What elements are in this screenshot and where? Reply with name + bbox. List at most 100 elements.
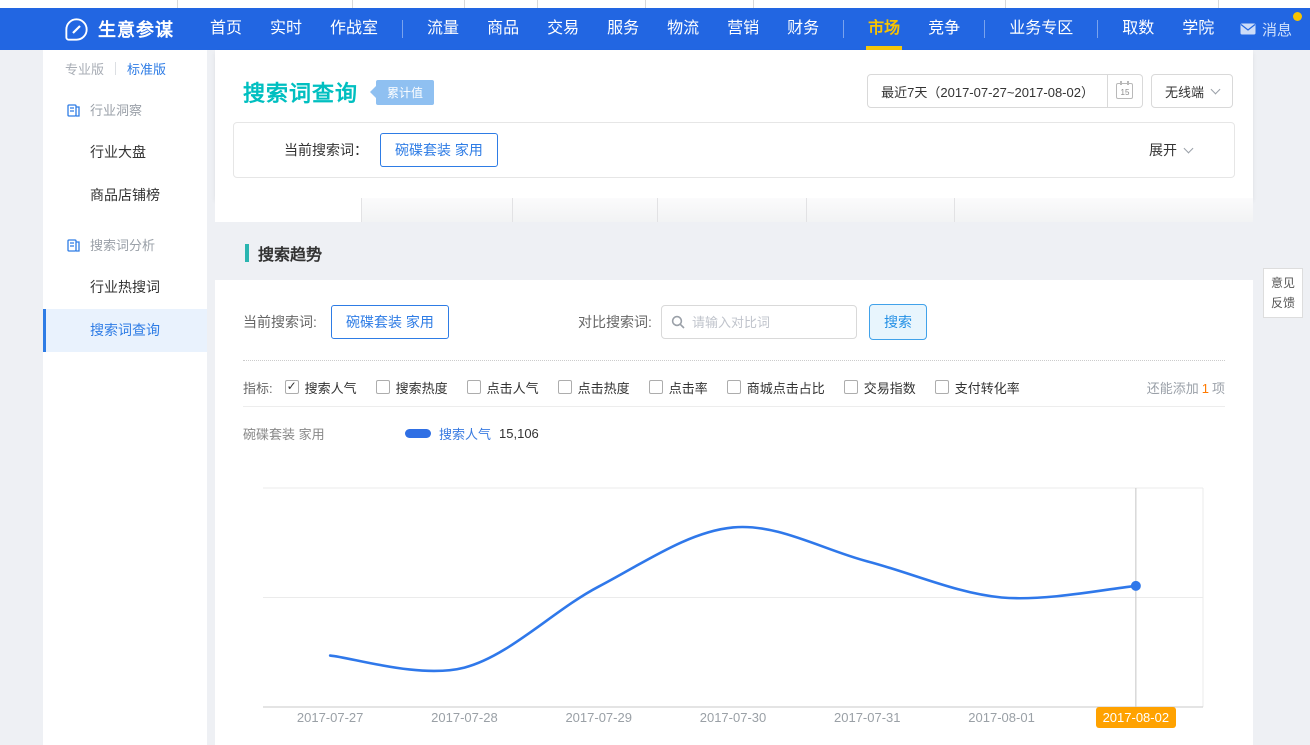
x-tick: 2017-07-30 [666,710,800,725]
legend-term: 碗碟套装 家用 [243,424,405,443]
compare-term-label: 对比搜索词: [578,312,652,332]
checkbox[interactable] [935,380,949,394]
compare-input-wrap [661,305,857,339]
calendar-button[interactable]: 15 [1108,74,1143,108]
section-head-search-trend: 搜索趋势 [245,241,322,265]
sidebar-item-search-word-query-active[interactable]: 搜索词查询 [43,309,207,352]
feedback-button[interactable]: 意见 反馈 [1263,268,1303,318]
sidebar: 专业版 标准版 行业洞察 行业大盘 商品店铺榜 搜索词分析 行业热搜词 搜索词查… [43,50,207,745]
metric-search-heat[interactable]: 搜索热度 [376,378,448,397]
tab-cell[interactable] [361,198,512,222]
brand-name: 生意参谋 [98,16,174,42]
trend-current-term-chip[interactable]: 碗碟套装 家用 [331,305,449,339]
metric-mall-click-share[interactable]: 商城点击占比 [727,378,825,397]
nav-item-goods[interactable]: 商品 [473,8,533,50]
page-title: 搜索词查询 [243,76,358,108]
envelope-icon [1240,23,1256,35]
section-accent-bar [245,244,249,262]
add-more-hint: 还能添加1项 [1147,378,1225,397]
sidebar-group-search-analysis: 搜索词分析 [43,223,207,266]
version-divider [115,62,116,75]
chart-legend: 碗碟套装 家用 搜索人气 15,106 [243,420,539,446]
legend-metric: 搜索人气 [439,424,491,443]
tab-cell-active[interactable] [215,198,361,222]
compare-term-input[interactable] [692,315,847,330]
nav-item-realtime[interactable]: 实时 [256,8,316,50]
sidebar-group-industry-insight: 行业洞察 [43,88,207,131]
nav-item-academy[interactable]: 学院 [1168,8,1228,50]
nav-item-market-active[interactable]: 市场 [854,8,914,50]
x-tick: 2017-07-31 [800,710,934,725]
version-standard[interactable]: 标准版 [127,59,166,78]
calendar-icon: 15 [1116,83,1133,99]
date-range-button[interactable]: 最近7天（2017-07-27~2017-08-02） [867,74,1108,108]
metrics-row: 指标: 搜索人气 搜索热度 点击人气 点击热度 点击率 商城点击占比 交易指数 [243,372,1225,402]
metric-click-popularity[interactable]: 点击人气 [467,378,539,397]
terminal-dropdown[interactable]: 无线端 [1151,74,1233,108]
version-pro[interactable]: 专业版 [65,59,104,78]
nav-item-service[interactable]: 服务 [593,8,653,50]
tab-cell[interactable] [657,198,806,222]
checkbox[interactable] [727,380,741,394]
tab-cell[interactable] [512,198,657,222]
sidebar-item-industry-hot-words[interactable]: 行业热搜词 [43,266,207,309]
version-toggle: 专业版 标准版 [43,50,207,82]
nav-item-traffic[interactable]: 流量 [413,8,473,50]
tab-cell[interactable] [954,198,1253,222]
ledger-icon [67,103,81,117]
trend-current-term-label: 当前搜索词: [243,312,317,332]
legend-line-swatch [405,429,431,438]
ledger-icon [67,238,81,252]
brand-logo[interactable]: 生意参谋 [64,16,174,42]
nav-divider [402,20,403,38]
metric-click-rate[interactable]: 点击率 [649,378,708,397]
chevron-down-icon [1184,143,1194,153]
checkbox[interactable] [376,380,390,394]
metric-pay-conversion[interactable]: 支付转化率 [935,378,1020,397]
sidebar-item-goods-shop-rank[interactable]: 商品店铺榜 [43,174,207,217]
add-more-count: 1 [1202,381,1209,396]
x-tick: 2017-08-01 [934,710,1068,725]
checkbox-checked[interactable] [285,380,299,394]
current-term-chip[interactable]: 碗碟套装 家用 [380,133,498,167]
search-trend-card: 当前搜索词: 碗碟套装 家用 对比搜索词: 搜索 指标: 搜索人气 搜索热度 点… [215,280,1253,745]
trend-line-chart[interactable]: 2017-07-27 2017-07-28 2017-07-29 2017-07… [243,478,1233,740]
metric-trade-index[interactable]: 交易指数 [844,378,916,397]
metric-click-heat[interactable]: 点击热度 [558,378,630,397]
top-navbar: 生意参谋 首页 实时 作战室 流量 商品 交易 服务 物流 营销 财务 市场 竞… [0,8,1310,50]
metric-search-popularity[interactable]: 搜索人气 [285,378,357,397]
nav-item-logistics[interactable]: 物流 [653,8,713,50]
search-icon [671,315,685,329]
sidebar-item-industry-overview[interactable]: 行业大盘 [43,131,207,174]
message-button[interactable]: 消息 [1240,19,1292,40]
sub-tab-strip [215,198,1253,222]
nav-item-business-zone[interactable]: 业务专区 [995,8,1087,50]
checkbox[interactable] [844,380,858,394]
message-badge-dot [1293,12,1302,21]
chevron-down-icon [1211,84,1221,94]
nav-item-marketing[interactable]: 营销 [713,8,773,50]
nav-item-finance[interactable]: 财务 [773,8,833,50]
tab-cell[interactable] [806,198,954,222]
x-tick-highlighted: 2017-08-02 [1069,710,1203,725]
current-term-label: 当前搜索词： [284,140,368,160]
cumulative-badge: 累计值 [376,80,434,105]
checkbox[interactable] [649,380,663,394]
metrics-label: 指标: [243,378,273,397]
legend-value: 15,106 [499,426,539,441]
checkbox[interactable] [558,380,572,394]
nav-item-data-fetch[interactable]: 取数 [1108,8,1168,50]
top-strip [0,0,1310,8]
nav-item-home[interactable]: 首页 [196,8,256,50]
page-header-panel: 搜索词查询 累计值 最近7天（2017-07-27~2017-08-02） 15… [215,50,1253,198]
nav-item-competition[interactable]: 竞争 [914,8,974,50]
nav-item-warroom[interactable]: 作战室 [316,8,392,50]
search-button[interactable]: 搜索 [869,304,927,340]
checkbox[interactable] [467,380,481,394]
x-tick: 2017-07-28 [397,710,531,725]
nav-item-trade[interactable]: 交易 [533,8,593,50]
nav-divider [843,20,844,38]
x-tick: 2017-07-29 [532,710,666,725]
expand-link[interactable]: 展开 [1149,140,1192,160]
marker-dot [1131,581,1141,591]
